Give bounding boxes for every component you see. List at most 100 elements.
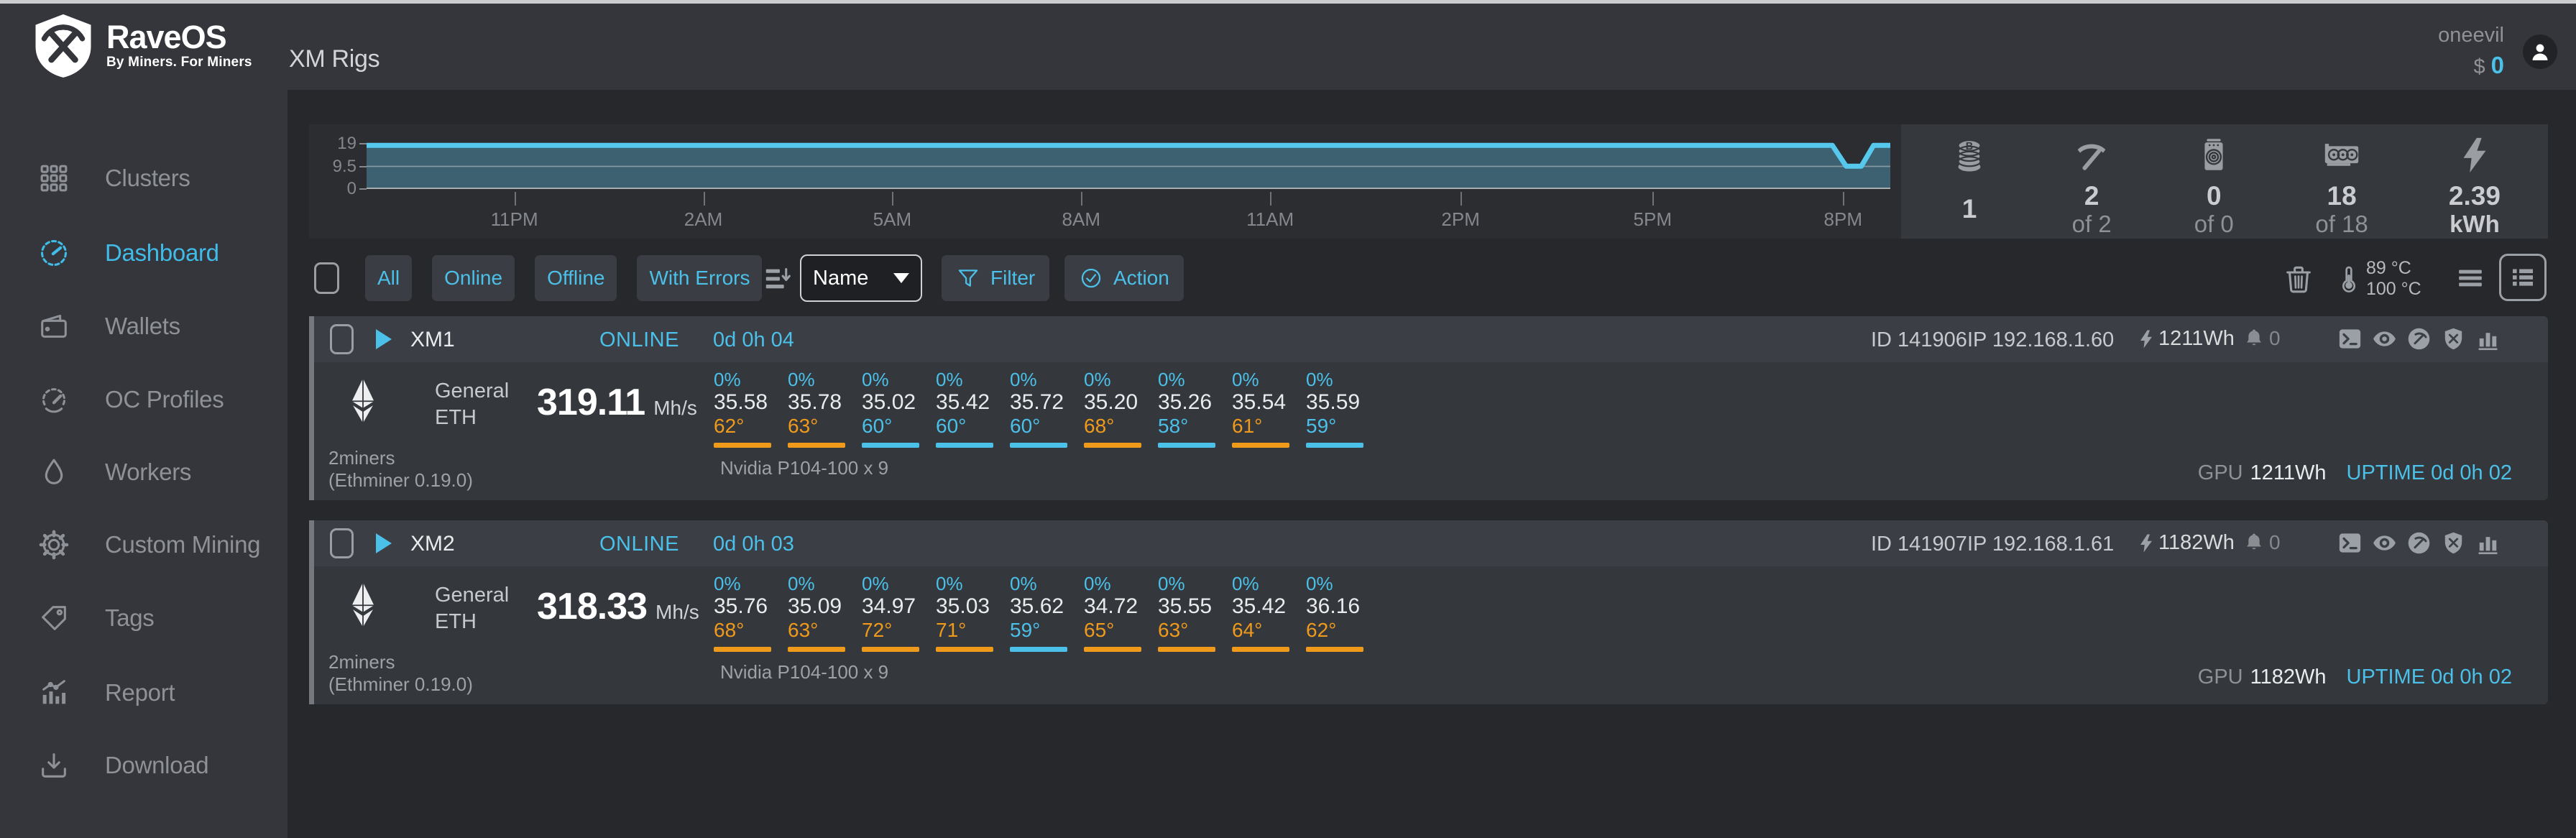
filter-buttons: All Online Offline With Errors [365, 255, 763, 301]
gpu-temp-bar [714, 647, 771, 652]
sidebar-item-label: Download [105, 752, 209, 778]
hamburger-menu-icon[interactable] [2455, 264, 2486, 293]
footer-power-label: GPU [2197, 461, 2243, 484]
rig-hashrate: 318.33 [537, 586, 648, 627]
gpu-temp-bar [1306, 443, 1363, 448]
select-all-checkbox[interactable] [314, 262, 339, 294]
sidebar-item-custom-mining[interactable]: Custom Mining [37, 528, 260, 562]
gpu-temp-bar [862, 647, 919, 652]
sidebar-nav: Clusters Dashboard Wallets OC Profiles W… [0, 90, 288, 838]
footer-uptime: UPTIME 0d 0h 02 [2346, 666, 2513, 689]
shield-pickaxes-icon[interactable] [2440, 530, 2467, 556]
gpu-temp-bar [1010, 647, 1067, 652]
list-view-toggle[interactable] [2499, 254, 2547, 301]
sidebar-item-clusters[interactable]: Clusters [37, 161, 190, 195]
gpu-hashrate: 35.54 [1232, 390, 1287, 414]
gpu-temp: 59° [1010, 619, 1041, 641]
gpu-temp-bar [936, 647, 993, 652]
sort-icon[interactable] [762, 262, 795, 295]
filter-offline-button[interactable]: Offline [535, 255, 617, 301]
chart-bars-icon[interactable] [2475, 530, 2501, 556]
gpu-temp-bar [714, 443, 771, 448]
y-axis-label: 0 [346, 179, 356, 198]
sidebar-item-report[interactable]: Report [37, 676, 175, 710]
pickaxe-circle-icon[interactable] [2406, 326, 2432, 352]
rig-power: 1211Wh [2135, 327, 2235, 351]
gpu-hashrate: 35.42 [1232, 594, 1287, 618]
alarm-count: 0 [2269, 531, 2281, 553]
action-button[interactable]: Action [1064, 255, 1184, 301]
sidebar-item-tags[interactable]: Tags [37, 601, 155, 635]
gpu-column: 0% 35.58 62° [714, 362, 776, 448]
rig-alarms[interactable]: 0 [2242, 326, 2281, 351]
gpu-load: 0% [1084, 369, 1111, 390]
sidebar-item-label: Clusters [105, 165, 190, 191]
gpu-load: 0% [1232, 573, 1259, 594]
x-axis-label: 11PM [490, 208, 538, 230]
terminal-icon[interactable] [2337, 530, 2363, 556]
gpu-temp: 60° [1010, 415, 1041, 437]
stats-panel: B 1 2 of 2 0 of 0 18 of 18 2.39 kWh [1901, 124, 2548, 239]
filter-button[interactable]: Filter [942, 255, 1050, 301]
gpu-hashrate: 35.55 [1158, 594, 1213, 618]
action-button-label: Action [1113, 267, 1169, 289]
gpu-temp: 64° [1232, 619, 1263, 641]
temp-range[interactable]: 89 °C 100 °C [2366, 258, 2421, 300]
expand-play-icon[interactable] [376, 329, 392, 349]
rig-alarms[interactable]: 0 [2242, 530, 2281, 555]
eye-icon[interactable] [2371, 326, 2398, 352]
rig-hashrate-unit: Mh/s [653, 397, 697, 419]
gpu-card-icon [2321, 134, 2363, 176]
gpu-hashrate: 35.76 [714, 594, 768, 618]
gpu-load: 0% [1232, 369, 1259, 390]
filter-with-errors-button[interactable]: With Errors [637, 255, 763, 301]
logo-subtitle: By Miners. For Miners [106, 55, 252, 70]
sidebar-item-dashboard[interactable]: Dashboard [37, 236, 219, 270]
logo-title: RaveOS [106, 19, 227, 55]
filter-online-button[interactable]: Online [432, 255, 515, 301]
terminal-icon[interactable] [2337, 326, 2363, 352]
sidebar-item-workers[interactable]: Workers [37, 455, 191, 489]
trash-icon[interactable] [2282, 262, 2315, 295]
stat-gpu-card: 18 of 18 [2315, 124, 2368, 239]
chart-bars-icon[interactable] [2475, 326, 2501, 352]
x-axis-label: 11AM [1246, 208, 1294, 230]
x-axis-tick [703, 192, 705, 206]
y-axis-tick [359, 188, 367, 190]
rig-checkbox[interactable] [330, 528, 354, 558]
expand-play-icon[interactable] [376, 533, 392, 553]
user-avatar[interactable] [2523, 34, 2557, 69]
gpu-column: 0% 35.59 59° [1306, 362, 1368, 448]
sidebar-item-download[interactable]: Download [37, 748, 209, 783]
droplet-icon [37, 456, 70, 489]
gpu-column: 0% 34.97 72° [862, 566, 924, 652]
rig-hashrate-unit: Mh/s [656, 601, 699, 623]
gpu-column: 0% 35.78 63° [788, 362, 850, 448]
gpu-load: 0% [714, 369, 741, 390]
pickaxe-circle-icon[interactable] [2406, 530, 2432, 556]
sidebar-item-label: Custom Mining [105, 531, 261, 558]
rig-ip: IP 192.168.1.60 [1967, 328, 2115, 351]
gpu-temp: 63° [1158, 619, 1189, 641]
tag-icon [37, 602, 70, 635]
logo-text: RaveOS By Miners. For Miners [106, 20, 252, 70]
gpu-temp-bar [1010, 443, 1067, 448]
rig-actions [2337, 530, 2501, 556]
sidebar-item-oc-profiles[interactable]: OC Profiles [37, 382, 224, 417]
sidebar-item-wallets[interactable]: Wallets [37, 309, 180, 344]
filter-all-button[interactable]: All [365, 255, 413, 301]
shield-pickaxes-icon[interactable] [2440, 326, 2467, 352]
eye-icon[interactable] [2371, 530, 2398, 556]
rig-coin: ETH [435, 610, 477, 633]
rig-status: ONLINE [599, 328, 679, 351]
thermometer-icon[interactable] [2334, 258, 2363, 300]
x-axis-tick [1460, 192, 1463, 206]
gpu-load: 0% [1158, 573, 1185, 594]
footer-power-value: 1211Wh [2250, 461, 2327, 484]
sidebar-item-label: Tags [105, 604, 155, 631]
raveos-logo[interactable]: RaveOS By Miners. For Miners [32, 12, 252, 78]
stat-sub: of 0 [2194, 211, 2234, 237]
rig-checkbox[interactable] [330, 324, 354, 354]
sort-select[interactable]: Name [800, 254, 922, 302]
gpu-column: 0% 35.42 64° [1232, 566, 1294, 652]
